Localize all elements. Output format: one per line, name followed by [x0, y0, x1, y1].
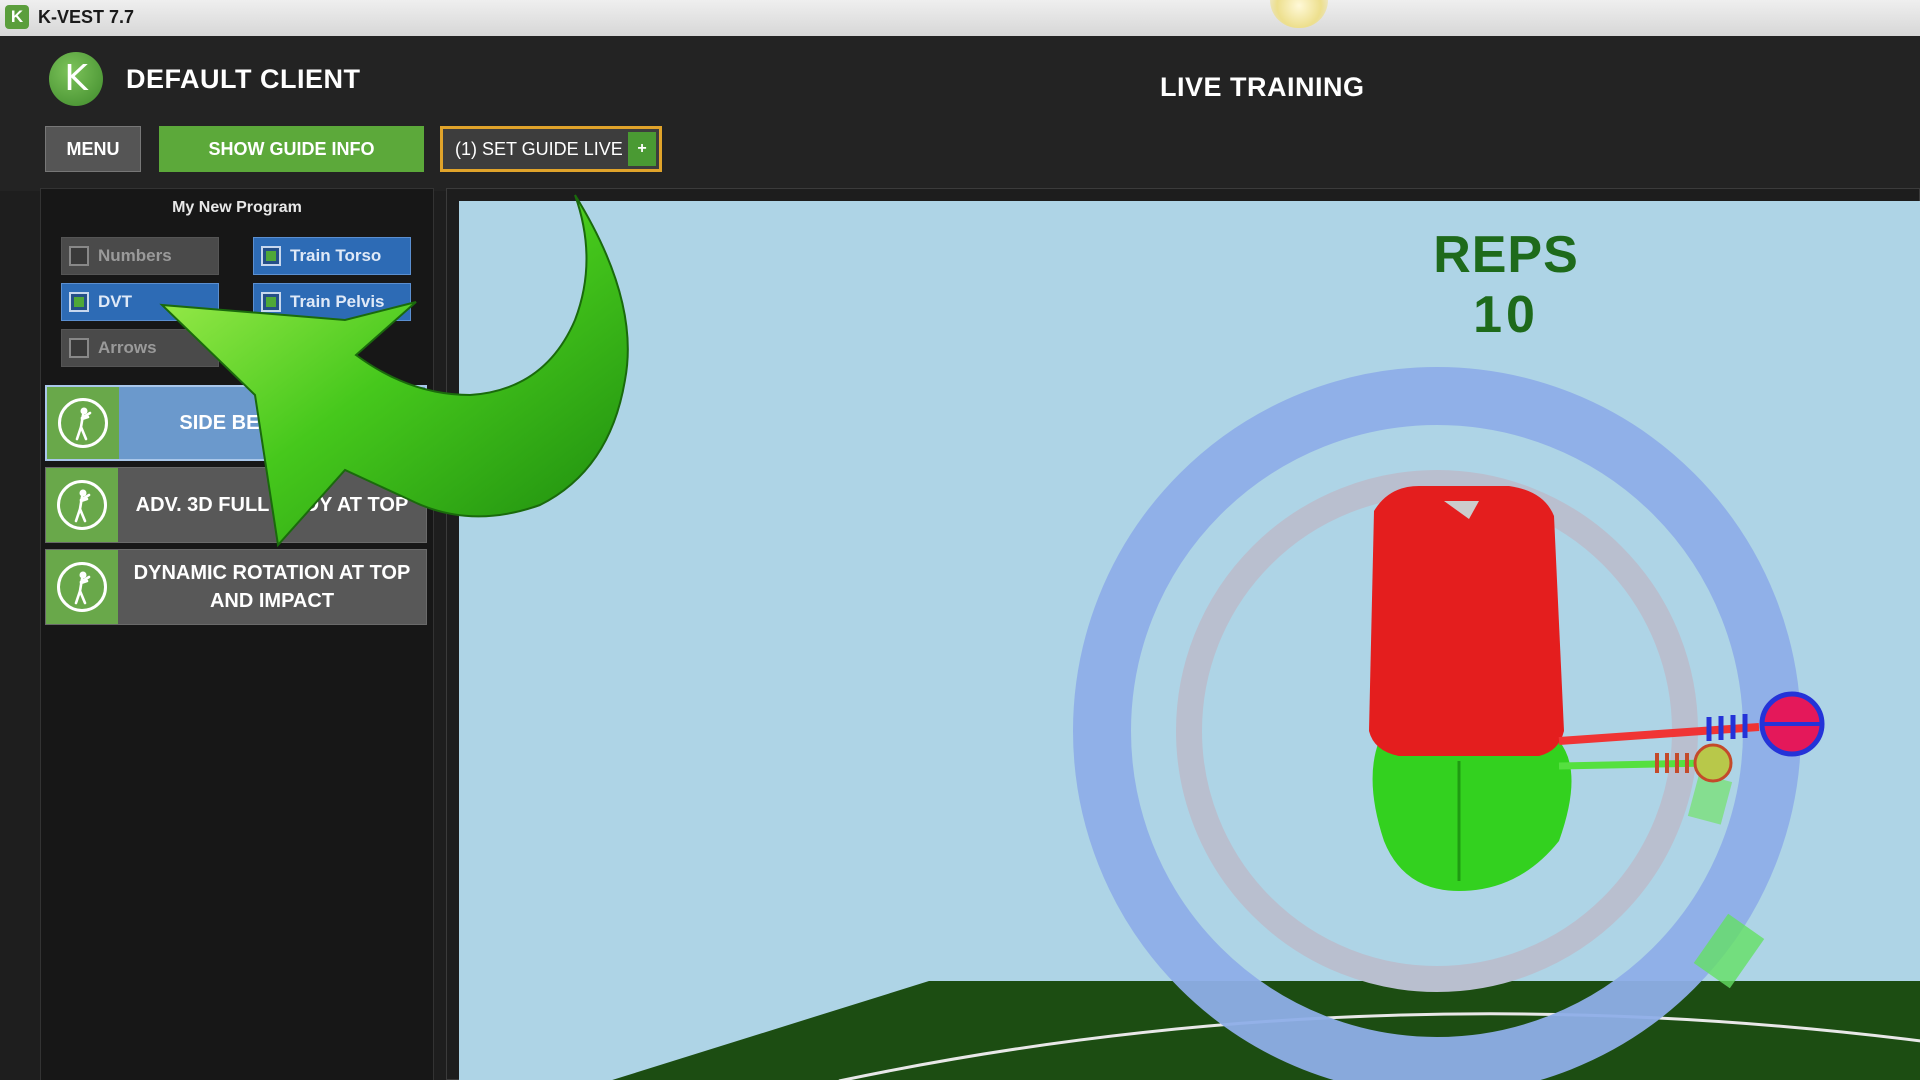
window-titlebar: K K-VEST 7.7	[0, 0, 1920, 37]
checkbox-train-pelvis[interactable]	[261, 292, 281, 312]
drill-thumb	[46, 468, 118, 542]
light-glare	[1270, 0, 1328, 28]
golfer-icon	[57, 480, 107, 530]
set-guide-live-label: (1) SET GUIDE LIVE	[455, 138, 623, 159]
option-arrows[interactable]: Arrows	[61, 329, 219, 367]
reps-title: REPS	[1433, 226, 1579, 284]
3d-scene[interactable]: REPS 10	[459, 201, 1920, 1080]
page-title: LIVE TRAINING	[1160, 72, 1365, 102]
reps-counter: 10	[1473, 286, 1539, 344]
pelvis-target-ball	[1693, 743, 1733, 783]
app-header: K DEFAULT CLIENT LIVE TRAINING MENU SHOW…	[0, 36, 1920, 191]
drill-adv-3d-full-body[interactable]: ADV. 3D FULL BODY AT TOP	[45, 467, 427, 543]
drill-thumb	[47, 387, 119, 459]
pelvis-model	[1372, 741, 1572, 891]
option-label: Numbers	[98, 246, 172, 265]
checkbox-arrows[interactable]	[69, 338, 89, 358]
golfer-icon	[58, 398, 108, 448]
k-logo-icon: K	[5, 5, 29, 29]
torso-model	[1369, 486, 1564, 756]
option-numbers[interactable]: Numbers	[61, 237, 219, 275]
live-training-viewport[interactable]: REPS 10	[446, 188, 1920, 1080]
drill-label: ADV. 3D FULL BODY AT TOP	[135, 494, 409, 516]
option-label: Train Torso	[290, 246, 382, 265]
option-label: Arrows	[98, 338, 157, 357]
menu-button[interactable]: MENU	[45, 126, 141, 172]
drill-label: DYNAMIC ROTATION AT TOP AND IMPACT	[133, 562, 411, 612]
program-sidebar: My New Program Numbers Train Torso DVT T…	[40, 188, 434, 1080]
option-label: Train Pelvis	[290, 292, 385, 311]
client-logo-icon: K	[49, 52, 103, 106]
add-guide-button[interactable]: +	[628, 132, 656, 166]
option-dvt[interactable]: DVT	[61, 283, 219, 321]
kvest-app: K K-VEST 7.7 K DEFAULT CLIENT LIVE TRAIN…	[0, 0, 1920, 1080]
checkbox-numbers[interactable]	[69, 246, 89, 266]
program-name: My New Program	[172, 199, 302, 216]
option-train-pelvis[interactable]: Train Pelvis	[253, 283, 411, 321]
drill-label: SIDE BEND AT TOP	[179, 412, 365, 434]
option-label: DVT	[98, 292, 132, 311]
checkbox-train-torso[interactable]	[261, 246, 281, 266]
drill-dynamic-rotation[interactable]: DYNAMIC ROTATION AT TOP AND IMPACT	[45, 549, 427, 625]
drill-side-bend[interactable]: SIDE BEND AT TOP	[45, 385, 427, 461]
set-guide-live-button[interactable]: (1) SET GUIDE LIVE +	[440, 126, 662, 172]
window-title: K-VEST 7.7	[38, 7, 135, 27]
golfer-icon	[57, 562, 107, 612]
show-guide-info-button[interactable]: SHOW GUIDE INFO	[159, 126, 424, 172]
client-name: DEFAULT CLIENT	[126, 64, 361, 94]
option-train-torso[interactable]: Train Torso	[253, 237, 411, 275]
drill-thumb	[46, 550, 118, 624]
torso-rod	[1558, 723, 1760, 745]
checkbox-dvt[interactable]	[69, 292, 89, 312]
scene-graphics	[612, 367, 1920, 1080]
